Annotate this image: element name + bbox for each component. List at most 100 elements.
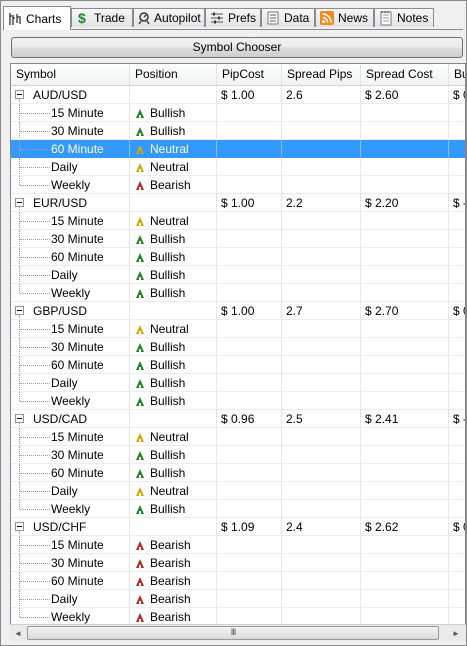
tab-autopilot[interactable]: Autopilot [133,8,205,27]
table-row-group[interactable]: EUR/USD $ 1.002.2$ 2.20$ -( [11,194,465,212]
table-row[interactable]: 15 Minute Neutral [11,428,465,446]
bu-cell [449,374,465,392]
column-header-pipcost[interactable]: PipCost [217,64,282,85]
pipcost-cell [217,176,282,194]
position-cell: Bullish [130,464,217,482]
position-label: Neutral [150,430,189,444]
timeframe-label: 60 Minute [51,140,104,157]
table-row[interactable]: 60 Minute Neutral [11,140,465,158]
position-cell: Bearish [130,554,217,572]
table-row[interactable]: 60 Minute Bullish [11,248,465,266]
table-row[interactable]: Daily Bearish [11,590,465,608]
position-label: Neutral [150,484,189,498]
timeframe-cell: 60 Minute [11,356,130,374]
scrollbar-thumb[interactable]: III [27,626,439,640]
table-row-group[interactable]: AUD/USD $ 1.002.6$ 2.60$ 0 [11,86,465,104]
symbol-grid[interactable]: Symbol Position PipCost Spread Pips Spre… [10,63,466,641]
horizontal-scrollbar[interactable]: ◄ III ► [10,624,466,641]
collapse-toggle-icon[interactable] [15,90,24,99]
table-row[interactable]: Weekly Bullish [11,500,465,518]
column-header-spread-pips[interactable]: Spread Pips [282,64,361,85]
timeframe-cell: 60 Minute [11,464,130,482]
symbol-cell: USD/CAD [11,410,130,428]
timeframe-cell: 30 Minute [11,230,130,248]
tree-line [20,545,50,546]
column-header-spread-cost[interactable]: Spread Cost [361,64,449,85]
bu-cell [449,590,465,608]
table-row-group[interactable]: GBP/USD $ 1.002.7$ 2.70$ 0 [11,302,465,320]
tab-prefs[interactable]: Prefs [205,8,261,27]
bu-cell: $ 0 [449,302,465,320]
column-header-bu[interactable]: Bu [449,64,465,85]
timeframe-cell: 30 Minute [11,554,130,572]
table-row[interactable]: 15 Minute Bullish [11,104,465,122]
position-cell: Bullish [130,356,217,374]
tab-label: News [338,11,369,25]
pipcost-cell [217,122,282,140]
column-header-symbol[interactable]: Symbol [11,64,130,85]
tree-line [20,239,50,240]
symbol-chooser-button[interactable]: Symbol Chooser [11,37,463,58]
table-row[interactable]: 15 Minute Neutral [11,320,465,338]
spread-pips-cell: 2.7 [282,302,361,320]
table-row[interactable]: Weekly Bullish [11,284,465,302]
spread-pips-cell [282,266,361,284]
column-header-position[interactable]: Position [130,64,217,85]
position-label: Bullish [150,376,186,390]
pipcost-cell [217,446,282,464]
bu-cell [449,338,465,356]
table-row-group[interactable]: USD/CAD $ 0.962.5$ 2.41$ -( [11,410,465,428]
collapse-toggle-icon[interactable] [15,306,24,315]
tab-news[interactable]: News [315,8,374,27]
timeframe-label: 60 Minute [51,466,104,480]
symbol-cell: EUR/USD [11,194,130,212]
table-row[interactable]: 15 Minute Neutral [11,212,465,230]
spread-pips-cell [282,176,361,194]
scroll-left-arrow-icon[interactable]: ◄ [10,625,26,641]
tab-data[interactable]: Data [261,8,315,27]
table-row-group[interactable]: USD/CHF $ 1.092.4$ 2.62$ 0 [11,518,465,536]
spread-pips-cell: 2.2 [282,194,361,212]
table-row[interactable]: 30 Minute Bullish [11,230,465,248]
position-label: Bullish [150,250,186,264]
table-row[interactable]: Daily Neutral [11,482,465,500]
position-cell: Neutral [130,320,217,338]
collapse-toggle-icon[interactable] [15,414,24,423]
position-cell: Bullish [130,266,217,284]
tab-notes[interactable]: Notes [374,8,434,27]
pipcost-cell [217,374,282,392]
trend-arrow-icon [136,325,144,334]
timeframe-cell: Daily [11,266,130,284]
table-row[interactable]: 60 Minute Bullish [11,464,465,482]
collapse-toggle-icon[interactable] [15,522,24,531]
tab-charts[interactable]: Charts [3,6,71,30]
table-row[interactable]: 30 Minute Bullish [11,122,465,140]
trend-arrow-icon [136,235,144,244]
tree-line [20,149,50,150]
trend-arrow-icon [136,487,144,496]
pipcost-cell: $ 1.00 [217,302,282,320]
table-row[interactable]: 15 Minute Bearish [11,536,465,554]
trend-arrow-icon [136,163,144,172]
table-row[interactable]: Weekly Bearish [11,176,465,194]
spread-pips-cell [282,248,361,266]
timeframe-label: 15 Minute [51,430,104,444]
table-row[interactable]: 30 Minute Bearish [11,554,465,572]
tab-trade[interactable]: $ Trade [71,8,133,27]
table-row[interactable]: 30 Minute Bullish [11,338,465,356]
tab-label: Autopilot [154,11,201,25]
table-row[interactable]: 60 Minute Bullish [11,356,465,374]
table-row[interactable]: Daily Neutral [11,158,465,176]
collapse-toggle-icon[interactable] [15,198,24,207]
table-row[interactable]: Daily Bullish [11,374,465,392]
table-row[interactable]: 30 Minute Bullish [11,446,465,464]
table-row[interactable]: Daily Bullish [11,266,465,284]
scroll-right-arrow-icon[interactable]: ► [448,625,464,641]
table-row[interactable]: Weekly Bullish [11,392,465,410]
tree-line [20,437,50,438]
table-row[interactable]: 60 Minute Bearish [11,572,465,590]
position-label: Bearish [150,592,191,606]
timeframe-label: Weekly [51,394,91,408]
tree-line [19,392,20,401]
position-cell: Neutral [130,212,217,230]
